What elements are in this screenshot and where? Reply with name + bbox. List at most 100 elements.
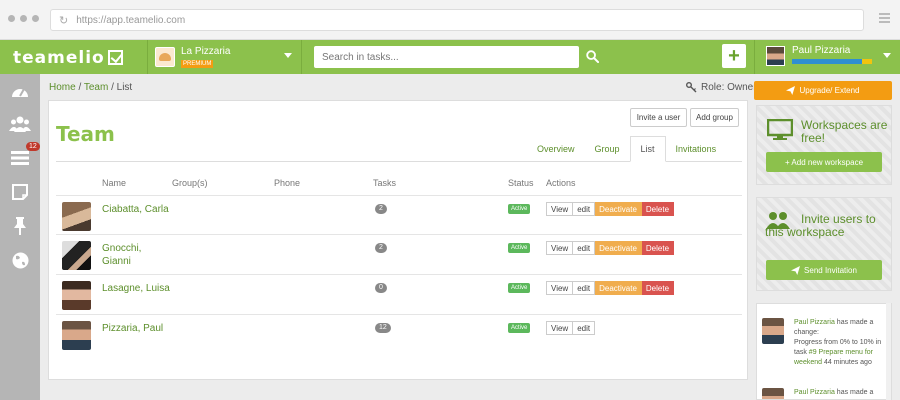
avatar [62,241,91,270]
table-row: Pizzaria, Paul 12 Active View edit [56,315,742,355]
invite-user-button[interactable]: Invite a user [630,108,687,127]
feed-user-link[interactable]: Paul Pizzaria [794,319,835,326]
table-row: Gnocchi, Gianni 2 Active View edit Deact… [56,235,742,275]
window-dot-icon[interactable] [8,15,15,22]
avatar [762,318,784,344]
feed-text: Paul Pizzaria has made a [794,389,874,396]
view-button[interactable]: View [546,321,574,335]
row-actions: View edit Deactivate Delete [546,281,675,295]
tab-list[interactable]: List [629,136,666,162]
row-actions: View edit [546,321,596,335]
address-bar[interactable]: ↻ https://app.teamelio.com [50,9,864,31]
tab-overview[interactable]: Overview [527,136,585,161]
tasks-count-badge: 0 [375,283,387,294]
column-header-name[interactable]: Name [102,178,126,188]
paper-plane-icon [786,86,796,95]
chevron-down-icon [284,53,292,58]
view-button[interactable]: View [546,281,574,295]
status-badge: Active [508,204,531,214]
add-button[interactable]: + [722,44,746,68]
add-group-button[interactable]: Add group [690,108,739,127]
feed-scrollbar[interactable] [886,303,891,400]
tab-invitations[interactable]: Invitations [666,136,727,161]
window-dot-icon[interactable] [32,15,39,22]
column-header-tasks[interactable]: Tasks [373,178,396,188]
breadcrumb-home[interactable]: Home [49,82,76,93]
status-badge: Active [508,323,531,333]
view-button[interactable]: View [546,202,574,216]
status-badge: Active [508,243,531,253]
premium-badge: PREMIUM [181,60,214,68]
dashboard-icon [12,88,28,97]
avatar [762,388,784,399]
sidebar-item-team[interactable] [0,107,40,141]
notes-icon [12,184,28,200]
avatar [62,202,91,231]
users-icon [9,116,31,132]
deactivate-button[interactable]: Deactivate [595,281,642,295]
workspaces-promo: Workspaces are free! + Add new workspace [756,105,892,185]
search-icon[interactable] [586,50,599,63]
app-logo[interactable]: teamelio [13,48,123,68]
delete-button[interactable]: Delete [641,202,675,216]
key-icon [686,82,697,93]
user-name: Paul Pizzaria [792,45,851,56]
avatar [766,46,785,66]
workspace-name: La Pizzaria [181,46,231,57]
column-header-phone[interactable]: Phone [274,178,300,188]
edit-button[interactable]: edit [573,241,596,255]
member-name-link[interactable]: Gnocchi, Gianni [102,242,172,268]
left-sidebar: 12 [0,74,40,400]
deactivate-button[interactable]: Deactivate [595,202,642,216]
workspace-selector[interactable]: La Pizzaria PREMIUM [147,40,302,74]
row-actions: View edit Deactivate Delete [546,241,675,255]
delete-button[interactable]: Delete [641,281,675,295]
search-input[interactable] [314,46,579,68]
add-workspace-button[interactable]: + Add new workspace [766,152,882,172]
edit-button[interactable]: edit [573,202,596,216]
browser-menu-icon[interactable] [879,13,890,23]
team-tabs: Overview Group List Invitations [527,136,727,162]
table-row: Lasagne, Luisa 0 Active View edit Deacti… [56,275,742,315]
url-text: https://app.teamelio.com [76,14,186,26]
view-button[interactable]: View [546,241,574,255]
promo-title: Invite users to this workspace [765,212,876,239]
tab-group[interactable]: Group [585,136,630,161]
tasks-icon [11,151,29,165]
feed-user-link[interactable]: Paul Pizzaria [794,389,835,396]
column-header-groups[interactable]: Group(s) [172,178,208,188]
window-controls [8,15,39,22]
workspace-thumbnail [155,47,175,67]
deactivate-button[interactable]: Deactivate [595,241,642,255]
window-dot-icon[interactable] [20,15,27,22]
chevron-down-icon [883,53,891,58]
member-name-link[interactable]: Pizzaria, Paul [102,322,172,335]
edit-button[interactable]: edit [573,321,596,335]
member-name-link[interactable]: Lasagne, Luisa [102,282,172,295]
sidebar-item-notes[interactable] [0,175,40,209]
tasks-count-badge: 12 [375,323,391,334]
pin-icon [14,217,26,235]
sidebar-item-dashboard[interactable] [0,74,40,108]
send-invitation-button[interactable]: Send Invitation [766,260,882,280]
edit-button[interactable]: edit [573,281,596,295]
column-header-actions: Actions [546,178,576,188]
globe-icon [12,252,28,268]
avatar [62,321,91,350]
sidebar-item-pins[interactable] [0,209,40,243]
feed-text: Paul Pizzaria has made a change: Progress… [794,319,882,366]
monitor-icon [767,119,793,140]
column-header-status[interactable]: Status [508,178,534,188]
tasks-count-badge: 2 [375,243,387,254]
upgrade-button[interactable]: Upgrade/ Extend [754,81,892,100]
table-row: Ciabatta, Carla 2 Active View edit Deact… [56,195,742,235]
paper-plane-icon [791,265,801,275]
breadcrumb-team[interactable]: Team [84,82,108,93]
reload-icon[interactable]: ↻ [59,14,68,27]
sidebar-item-globe[interactable] [0,243,40,277]
user-menu[interactable]: Paul Pizzaria [754,40,900,74]
delete-button[interactable]: Delete [641,241,675,255]
member-name-link[interactable]: Ciabatta, Carla [102,203,172,216]
logo-check-icon [107,50,123,65]
activity-feed: Paul Pizzaria has made a change: Progress… [756,303,892,400]
